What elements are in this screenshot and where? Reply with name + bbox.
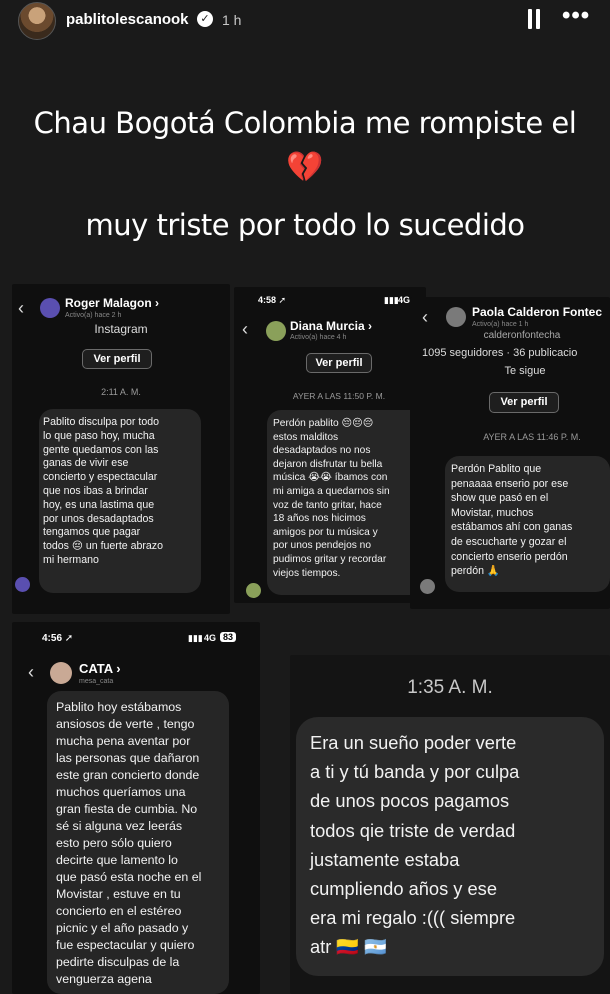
avatar (420, 579, 435, 594)
more-options-icon[interactable]: ••• (562, 4, 592, 28)
view-profile-button[interactable]: Ver perfil (306, 353, 372, 373)
avatar (246, 583, 261, 598)
dm-screenshot-cata: 4:56 ➚ ▮▮▮ 4G 83 ‹ CATA › mesa_cata Pabl… (12, 622, 260, 994)
back-arrow-icon[interactable]: ‹ (422, 307, 428, 328)
back-arrow-icon[interactable]: ‹ (28, 662, 34, 683)
dm-screenshot-roger: ‹ Roger Malagon › Activo(a) hace 2 h Ins… (12, 284, 230, 614)
view-profile-button[interactable]: Ver perfil (489, 392, 559, 413)
message-timestamp: 1:35 A. M. (407, 677, 493, 698)
message-bubble: Pablito hoy estábamos ansiosos de verte … (47, 691, 229, 994)
profile-avatar[interactable] (18, 2, 56, 40)
avatar (266, 321, 286, 341)
contact-name: Diana Murcia › (290, 319, 373, 333)
caption-line-2: muy triste por todo lo sucedido (85, 208, 525, 242)
verified-badge-icon: ✓ (197, 11, 213, 27)
follow-status: Te sigue (504, 365, 546, 377)
view-profile-button[interactable]: Ver perfil (82, 349, 152, 369)
message-bubble: Perdón Pablito que penaaaa enserio por e… (445, 456, 610, 592)
avatar (40, 298, 60, 318)
message-timestamp: 2:11 A. M. (101, 387, 141, 397)
signal-icon: ▮▮▮ (188, 633, 203, 643)
avatar (15, 577, 30, 592)
status-clock: 4:58 ➚ (258, 295, 287, 305)
avatar (446, 307, 466, 327)
status-clock: 4:56 ➚ (42, 633, 74, 644)
contact-handle: mesa_cata (79, 678, 114, 685)
active-status: Activo(a) hace 4 h (290, 334, 347, 341)
username[interactable]: pablitolescanook (66, 11, 189, 28)
active-status: Activo(a) hace 1 h (472, 321, 529, 328)
contact-name: CATA › (79, 661, 121, 676)
dm-screenshot-diana: 4:58 ➚ ▮▮▮ 4G ‹ Diana Murcia › Activo(a)… (234, 287, 426, 603)
message-timestamp: AYER A LAS 11:46 P. M. (483, 432, 581, 442)
dm-screenshot-paola: ‹ Paola Calderon Fontec Activo(a) hace 1… (410, 297, 610, 609)
back-arrow-icon[interactable]: ‹ (18, 298, 24, 319)
platform-label: Instagram (94, 322, 148, 336)
caption-line-1: Chau Bogotá Colombia me rompiste el (33, 106, 577, 140)
contact-name: Paola Calderon Fontec (472, 305, 603, 319)
contact-name: Roger Malagon › (65, 296, 160, 310)
battery-indicator: 83 (220, 632, 237, 642)
pause-icon[interactable] (527, 9, 541, 29)
broken-heart-emoji: 💔 (286, 150, 324, 185)
profile-stats: 1095 seguidores · 36 publicacio (422, 347, 578, 359)
post-time: 1 h (222, 12, 242, 28)
avatar (50, 662, 72, 684)
story-header: pablitolescanook ✓ 1 h ••• (0, 0, 610, 40)
message-bubble: Pablito disculpa por todo lo que paso ho… (39, 409, 201, 593)
active-status: Activo(a) hace 2 h (65, 312, 122, 319)
message-timestamp: AYER A LAS 11:50 P. M. (292, 391, 386, 401)
network-type: 4G (398, 295, 411, 305)
back-arrow-icon[interactable]: ‹ (242, 319, 248, 340)
profile-handle: calderonfontecha (483, 330, 561, 341)
message-bubble: Perdón pablito 😔😔😔 estos malditos desada… (267, 410, 426, 595)
network-type: 4G (204, 633, 217, 643)
message-bubble: Era un sueño poder verte a ti y tú banda… (296, 717, 604, 976)
dm-screenshot-birthday: 1:35 A. M. Era un sueño poder verte a ti… (290, 655, 610, 994)
signal-icon: ▮▮▮ (384, 295, 399, 305)
